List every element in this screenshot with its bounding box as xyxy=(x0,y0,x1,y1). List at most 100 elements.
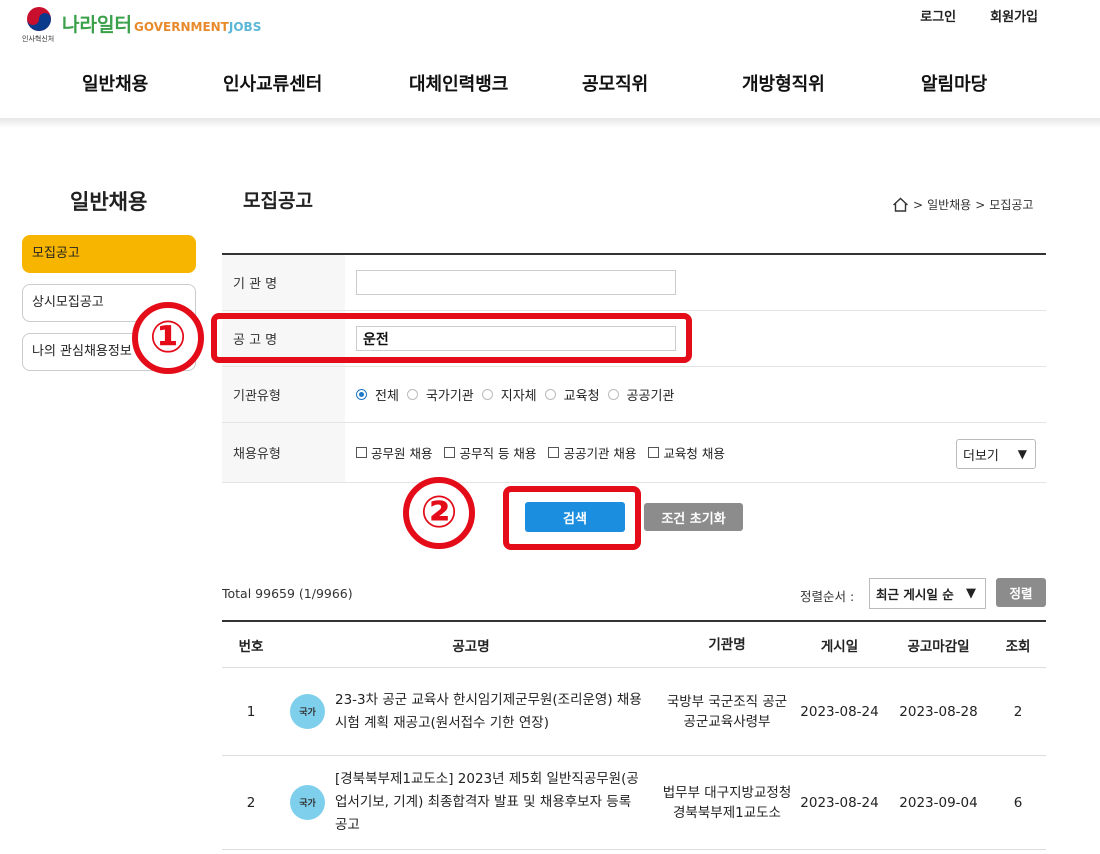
hire-type-public-org[interactable]: 공공기관 채용 xyxy=(548,443,636,462)
hire-type-label: 채용유형 xyxy=(222,423,345,482)
radio-icon xyxy=(544,389,556,400)
sort-label: 정렬순서 : xyxy=(800,589,855,604)
row-number: 2 xyxy=(246,794,256,811)
row-deadline: 2023-09-04 xyxy=(899,794,978,811)
sort-select-value: 최근 게시일 순 xyxy=(876,587,954,602)
breadcrumb-sep: > xyxy=(975,197,986,212)
org-type-label: 기관유형 xyxy=(222,367,345,422)
more-select[interactable]: 더보기 ▼ xyxy=(956,439,1036,469)
search-form: 기 관 명 공 고 명 기관유형 전체 국가기관 지자체 교육청 공공기관 채용… xyxy=(222,253,1046,483)
breadcrumb-general-hiring[interactable]: 일반채용 xyxy=(927,196,971,213)
home-icon[interactable] xyxy=(892,197,909,212)
checkbox-icon xyxy=(356,447,367,458)
row-views: 2 xyxy=(1013,703,1023,720)
top-links: 로그인 회원가입 xyxy=(920,6,1038,25)
caret-down-icon: ▼ xyxy=(1017,447,1027,461)
radio-icon xyxy=(607,389,619,400)
org-type-all[interactable]: 전체 xyxy=(356,385,399,404)
annotation-box-notice-input xyxy=(211,313,692,363)
sort-button[interactable]: 정렬 xyxy=(996,578,1046,607)
logo-brand-name: 나라일터 xyxy=(62,14,132,36)
breadcrumb-sep: > xyxy=(913,197,924,212)
national-badge: 국가 xyxy=(290,694,325,729)
breadcrumb-recruit-notice[interactable]: 모집공고 xyxy=(989,196,1033,213)
checkbox-label: 공무직 등 채용 xyxy=(459,446,537,461)
nav-notice[interactable]: 알림마당 xyxy=(921,70,987,96)
table-row[interactable]: 1 국가 23-3차 공군 교육사 한시임기제군무원(조리운영) 채용 시험 계… xyxy=(222,668,1046,756)
col-deadline: 공고마감일 xyxy=(907,638,970,655)
site-logo[interactable]: 인사혁신처 나라일터 GOVERNMENTJOBS xyxy=(22,4,272,44)
form-row-org-type: 기관유형 전체 국가기관 지자체 교육청 공공기관 xyxy=(222,367,1046,423)
radio-label: 교육청 xyxy=(563,389,600,404)
checkbox-icon xyxy=(548,447,560,458)
form-row-org: 기 관 명 xyxy=(222,255,1046,311)
table-header: 번호 공고명 기관명 게시일 공고마감일 조회 xyxy=(222,622,1046,668)
org-type-education[interactable]: 교육청 xyxy=(544,385,600,404)
row-posted: 2023-08-24 xyxy=(800,703,879,720)
header-shadow xyxy=(0,118,1100,128)
logo-en-gov: GOVERNMENT xyxy=(134,20,229,34)
results-total: Total 99659 (1/9966) xyxy=(222,586,353,601)
more-select-label: 더보기 xyxy=(963,448,999,464)
hire-type-check-group: 공무원 채용 공무직 등 채용 공공기관 채용 교육청 채용 xyxy=(356,443,737,462)
org-type-public[interactable]: 공공기관 xyxy=(607,385,675,404)
table-row[interactable]: 2 국가 [경북북부제1교도소] 2023년 제5회 일반직공무원(공업서기보,… xyxy=(222,756,1046,850)
sort-select[interactable]: 최근 게시일 순 ▼ xyxy=(869,578,986,609)
org-name-label: 기 관 명 xyxy=(222,255,345,310)
sidebar-item-recruit-notice[interactable]: 모집공고 xyxy=(22,235,196,273)
row-title-cell: 국가 [경북북부제1교도소] 2023년 제5회 일반직공무원(공업서기보, 기… xyxy=(280,756,692,849)
radio-label: 국가기관 xyxy=(425,389,474,404)
radio-icon xyxy=(406,389,418,400)
breadcrumb: > 일반채용 > 모집공고 xyxy=(892,196,1033,213)
radio-label: 공공기관 xyxy=(626,389,675,404)
reset-conditions-button[interactable]: 조건 초기화 xyxy=(644,503,743,531)
sidebar-title: 일반채용 xyxy=(70,190,148,214)
nav-general-hiring[interactable]: 일반채용 xyxy=(82,70,148,96)
results-table: 번호 공고명 기관명 게시일 공고마감일 조회 1 국가 23-3차 공군 교육… xyxy=(222,620,1046,850)
taegeuk-emblem-icon xyxy=(27,7,51,31)
annotation-step-1: ① xyxy=(132,302,204,374)
col-number: 번호 xyxy=(238,638,264,655)
col-title: 공고명 xyxy=(452,638,490,655)
radio-icon xyxy=(481,389,493,400)
nav-open-position[interactable]: 개방형직위 xyxy=(742,70,825,96)
col-org: 기관명 xyxy=(708,636,746,653)
caret-down-icon: ▼ xyxy=(966,586,976,601)
logo-org-name: 인사혁신처 xyxy=(22,35,55,43)
nav-exchange-center[interactable]: 인사교류센터 xyxy=(223,70,322,96)
annotation-box-search-button xyxy=(503,486,641,550)
login-link[interactable]: 로그인 xyxy=(920,6,956,25)
org-type-local[interactable]: 지자체 xyxy=(481,385,537,404)
signup-link[interactable]: 회원가입 xyxy=(990,6,1038,25)
org-name-input[interactable] xyxy=(356,270,676,295)
org-type-national[interactable]: 국가기관 xyxy=(406,385,474,404)
page-title: 모집공고 xyxy=(243,190,313,212)
form-row-hire-type: 채용유형 공무원 채용 공무직 등 채용 공공기관 채용 교육청 채용 더보기 … xyxy=(222,423,1046,483)
hire-type-civil-servant[interactable]: 공무원 채용 xyxy=(356,443,432,462)
row-title-link[interactable]: [경북북부제1교도소] 2023년 제5회 일반직공무원(공업서기보, 기계) … xyxy=(335,768,645,837)
nav-substitute-bank[interactable]: 대체인력뱅크 xyxy=(409,70,508,96)
checkbox-icon xyxy=(444,447,456,458)
radio-label: 전체 xyxy=(375,389,399,404)
row-title-link[interactable]: 23-3차 공군 교육사 한시임기제군무원(조리운영) 채용 시험 계획 재공고… xyxy=(335,689,645,735)
row-views: 6 xyxy=(1013,794,1023,811)
logo-en-jobs: JOBS xyxy=(228,20,262,34)
nav-open-recruit[interactable]: 공모직위 xyxy=(582,70,648,96)
logo-english-name: GOVERNMENTJOBS xyxy=(134,20,261,34)
checkbox-icon xyxy=(648,447,660,458)
row-posted: 2023-08-24 xyxy=(800,794,879,811)
checkbox-label: 교육청 채용 xyxy=(663,446,725,461)
row-title-cell: 국가 23-3차 공군 교육사 한시임기제군무원(조리운영) 채용 시험 계획 … xyxy=(280,668,692,755)
national-badge: 국가 xyxy=(290,785,325,820)
checkbox-label: 공무원 채용 xyxy=(371,446,433,461)
col-views: 조회 xyxy=(1005,638,1031,655)
hire-type-education[interactable]: 교육청 채용 xyxy=(648,443,725,462)
row-number: 1 xyxy=(246,703,256,720)
site-header: 인사혁신처 나라일터 GOVERNMENTJOBS 로그인 회원가입 일반채용 … xyxy=(0,0,1100,118)
radio-label: 지자체 xyxy=(500,389,537,404)
main-nav: 일반채용 인사교류센터 대체인력뱅크 공모직위 개방형직위 알림마당 xyxy=(0,70,1100,96)
org-type-radio-group: 전체 국가기관 지자체 교육청 공공기관 xyxy=(356,385,682,404)
annotation-step-2: ② xyxy=(403,477,475,549)
checkbox-label: 공공기관 채용 xyxy=(563,446,637,461)
hire-type-public-worker[interactable]: 공무직 등 채용 xyxy=(444,443,536,462)
